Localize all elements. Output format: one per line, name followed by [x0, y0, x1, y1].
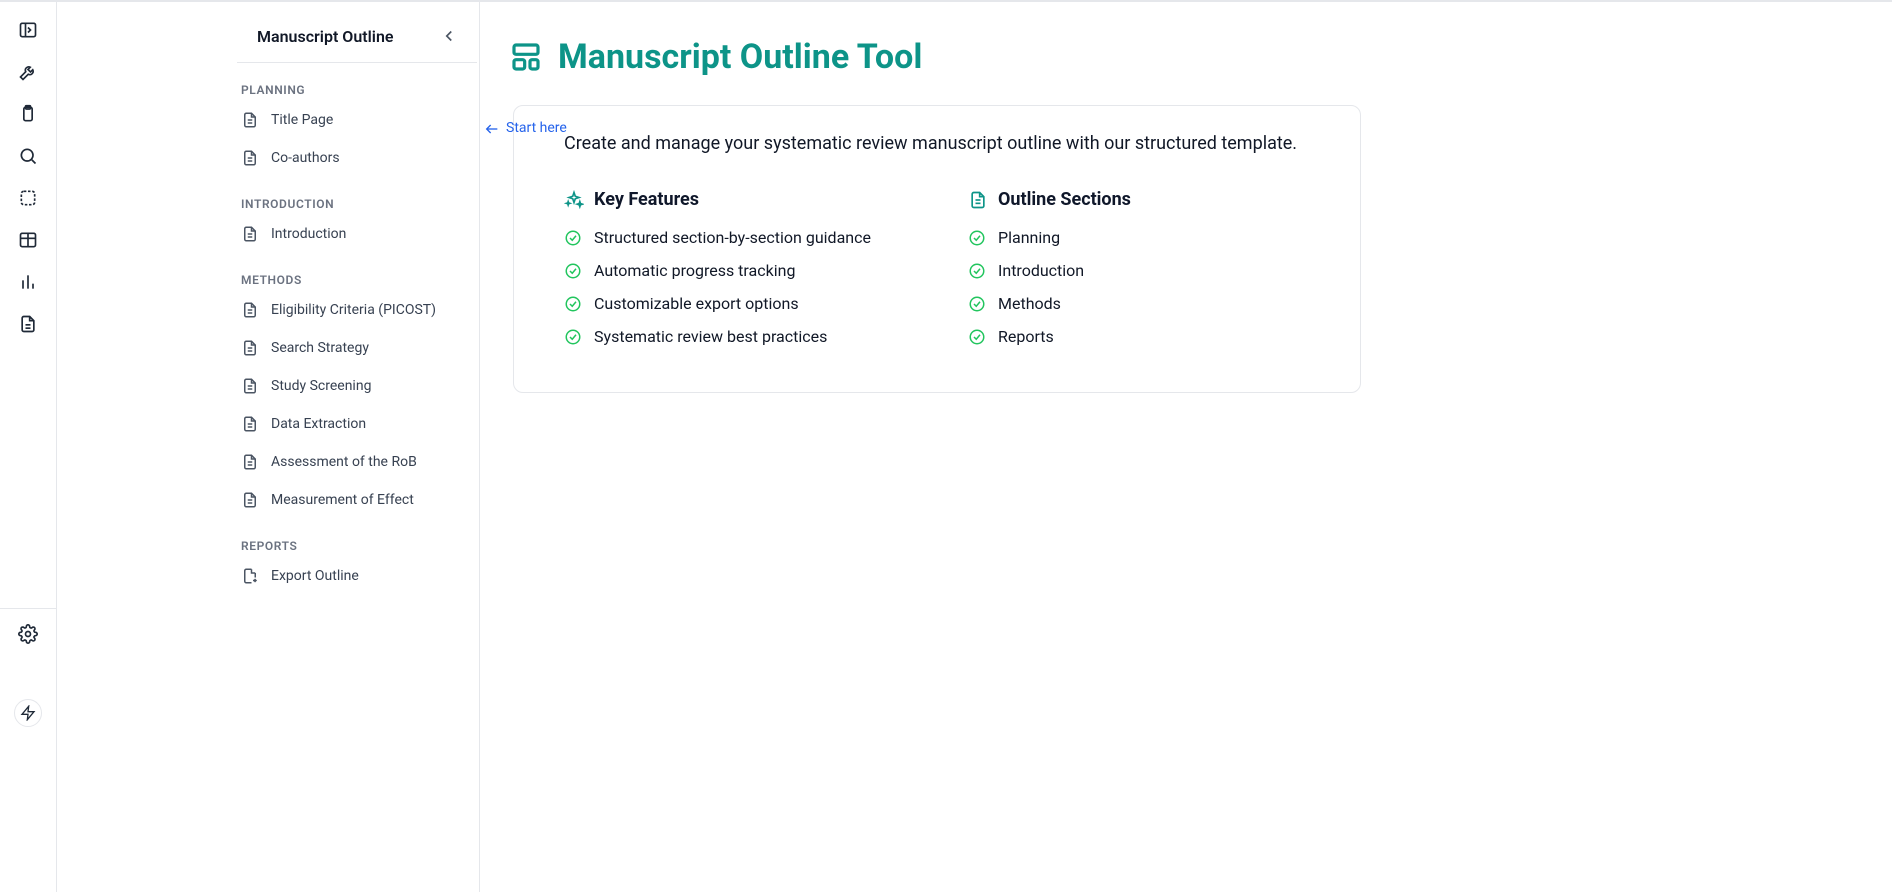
sidebar-item[interactable]: Data Extraction [237, 405, 459, 443]
outline-item: Introduction [968, 261, 1332, 280]
outline-label: Introduction [998, 261, 1084, 280]
feature-item: Systematic review best practices [564, 327, 928, 346]
clipboard-icon[interactable] [18, 104, 38, 124]
sidebar-item[interactable]: Measurement of Effect [237, 481, 459, 519]
file-icon [241, 339, 259, 357]
feature-item: Customizable export options [564, 294, 928, 313]
features-title: Key Features [594, 189, 699, 210]
sidebar-item-label: Data Extraction [271, 416, 366, 432]
sidebar-item-label: Study Screening [271, 378, 371, 394]
check-circle-icon [564, 295, 582, 313]
section-label: PLANNING [237, 83, 459, 97]
lightning-button[interactable] [14, 699, 42, 727]
document-icon[interactable] [18, 314, 38, 334]
start-here-hint: Start here [484, 120, 567, 138]
card-description: Create and manage your systematic review… [542, 130, 1332, 157]
table-icon[interactable] [18, 230, 38, 250]
section-label: INTRODUCTION [237, 197, 459, 211]
intro-card: Start here Create and manage your system… [513, 105, 1361, 393]
start-here-label: Start here [506, 120, 567, 138]
feature-label: Customizable export options [594, 294, 799, 313]
feature-label: Automatic progress tracking [594, 261, 795, 280]
file-icon [241, 377, 259, 395]
panel-toggle-icon[interactable] [18, 20, 38, 40]
sidebar-item[interactable]: Export Outline [237, 557, 459, 595]
feature-label: Structured section-by-section guidance [594, 228, 871, 247]
check-circle-icon [564, 229, 582, 247]
sparkles-icon [564, 190, 584, 210]
sidebar-item-label: Assessment of the RoB [271, 454, 417, 470]
file-icon [241, 301, 259, 319]
page-title: Manuscript Outline Tool [558, 37, 922, 77]
check-circle-icon [968, 295, 986, 313]
outline-item: Reports [968, 327, 1332, 346]
sidebar-item-label: Eligibility Criteria (PICOST) [271, 302, 436, 318]
sidebar-item-label: Export Outline [271, 568, 359, 584]
sidebar-panel: Manuscript Outline PLANNING Title Page Co-… [57, 2, 480, 892]
outline-title: Outline Sections [998, 189, 1131, 210]
settings-icon[interactable] [18, 624, 38, 644]
filter-icon[interactable] [18, 188, 38, 208]
chart-icon[interactable] [18, 272, 38, 292]
check-circle-icon [564, 328, 582, 346]
sidebar-item[interactable]: Introduction [237, 215, 459, 253]
check-circle-icon [968, 229, 986, 247]
section-label: REPORTS [237, 539, 459, 553]
sidebar-item[interactable]: Co-authors [237, 139, 459, 177]
file-icon [241, 453, 259, 471]
wrench-icon[interactable] [18, 62, 38, 82]
left-rail [0, 2, 57, 892]
outline-label: Reports [998, 327, 1054, 346]
check-circle-icon [968, 262, 986, 280]
sidebar-item-label: Introduction [271, 226, 346, 242]
outline-item: Planning [968, 228, 1332, 247]
main-content: Manuscript Outline Tool Start here Creat… [480, 2, 1892, 892]
layout-template-icon [510, 41, 542, 73]
sidebar-item[interactable]: Title Page [237, 101, 459, 139]
sidebar-item-label: Co-authors [271, 150, 340, 166]
file-icon [241, 491, 259, 509]
outline-label: Planning [998, 228, 1060, 247]
check-circle-icon [968, 328, 986, 346]
section-label: METHODS [237, 273, 459, 287]
file-export-icon [241, 567, 259, 585]
sidebar-item[interactable]: Search Strategy [237, 329, 459, 367]
file-icon [241, 415, 259, 433]
sidebar-item[interactable]: Assessment of the RoB [237, 443, 459, 481]
sidebar-item[interactable]: Study Screening [237, 367, 459, 405]
check-circle-icon [564, 262, 582, 280]
sidebar-item[interactable]: Eligibility Criteria (PICOST) [237, 291, 459, 329]
outline-item: Methods [968, 294, 1332, 313]
feature-item: Structured section-by-section guidance [564, 228, 928, 247]
file-icon [241, 111, 259, 129]
file-icon [241, 149, 259, 167]
outline-label: Methods [998, 294, 1061, 313]
feature-item: Automatic progress tracking [564, 261, 928, 280]
file-list-icon [968, 190, 988, 210]
sidebar-item-label: Measurement of Effect [271, 492, 414, 508]
sidebar-item-label: Title Page [271, 112, 333, 128]
sidebar-item-label: Search Strategy [271, 340, 369, 356]
search-icon[interactable] [18, 146, 38, 166]
feature-label: Systematic review best practices [594, 327, 827, 346]
collapse-sidebar-button[interactable] [439, 26, 459, 46]
file-icon [241, 225, 259, 243]
sidebar-title: Manuscript Outline [257, 27, 394, 46]
